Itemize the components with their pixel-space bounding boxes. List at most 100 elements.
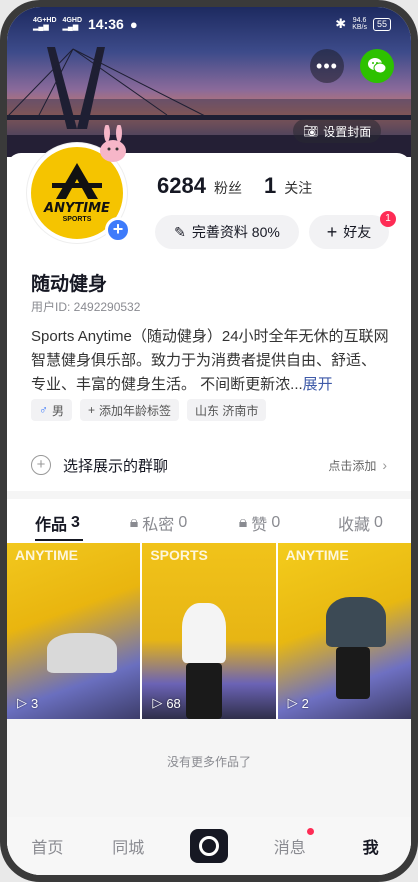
tab-private-count: 0 <box>178 514 188 531</box>
video-thumbnail[interactable]: ANYTIME ▷ 2 <box>277 543 411 719</box>
set-cover-label: 设置封面 <box>323 124 372 139</box>
video-thumbnail[interactable]: ANYTIME ▷ 3 <box>7 543 141 719</box>
group-chat-title: 选择展示的群聊 <box>63 457 169 475</box>
screen: 4G+HD ▂▄▆ 4GHD ▂▄▆ 14:36 ● ✱ 94.6 KB/s 5… <box>7 7 411 875</box>
lock-icon: 🔒︎ <box>129 514 139 531</box>
network-indicator: 4G+HD ▂▄▆ <box>33 17 57 31</box>
tab-favorites-label: 收藏 <box>338 517 371 534</box>
tab-private-label: 私密 <box>142 517 175 534</box>
play-count: ▷ 3 <box>17 695 38 711</box>
rabbit-decoration-icon <box>100 125 126 162</box>
tab-favorites-count: 0 <box>374 514 383 531</box>
set-cover-button[interactable]: 📷︎ 设置封面 <box>293 119 382 143</box>
tab-works[interactable]: 作品 3 <box>7 503 108 543</box>
create-button[interactable] <box>189 829 228 863</box>
plus-icon: + <box>326 221 338 242</box>
tab-favorites[interactable]: 收藏 0 <box>310 503 411 543</box>
friends-notification-badge: 1 <box>380 211 396 227</box>
edit-icon: ✎ <box>174 223 186 240</box>
profile-card: ANYTIME SPORTS + 6284 粉丝 1 关注 ✎ 完善资料 80%… <box>7 125 411 875</box>
phone-frame: 4G+HD ▂▄▆ 4GHD ▂▄▆ 14:36 ● ✱ 94.6 KB/s 5… <box>0 0 418 882</box>
play-count: ▷ 2 <box>288 695 309 711</box>
tab-likes-label: 赞 <box>251 517 268 534</box>
wechat-icon <box>368 58 387 74</box>
gender-tag[interactable]: ♂ 男 <box>31 399 73 421</box>
play-icon: ▷ <box>152 695 163 710</box>
anytime-logo-icon <box>52 163 102 199</box>
nav-create[interactable] <box>169 829 250 863</box>
group-chat-add-label: 点击添加 <box>328 458 377 473</box>
play-icon: ▷ <box>17 695 27 710</box>
wechat-share-button[interactable] <box>360 49 394 83</box>
athlete-figure <box>325 597 386 647</box>
tab-works-label: 作品 <box>35 517 68 534</box>
athlete-figure <box>47 633 117 673</box>
avatar-area: ANYTIME SPORTS + <box>27 125 137 243</box>
more-options-button[interactable]: ••• <box>310 49 344 83</box>
following-label[interactable]: 关注 <box>284 178 312 198</box>
play-count-value: 68 <box>166 695 181 711</box>
add-age-label: 添加年龄标签 <box>99 403 172 418</box>
add-age-tag[interactable]: + 添加年龄标签 <box>80 399 180 421</box>
complete-profile-button[interactable]: ✎ 完善资料 80% <box>155 215 299 249</box>
thumbnail-overlay-text: ANYTIME <box>15 547 78 563</box>
chevron-right-icon: › <box>382 457 387 473</box>
no-more-works: 没有更多作品了 <box>7 719 411 823</box>
play-icon: ▷ <box>287 695 298 710</box>
video-thumbnail[interactable]: SPORTS ▷ 68 <box>142 543 276 719</box>
nav-home[interactable]: 首页 <box>7 834 88 858</box>
video-grid: ANYTIME ▷ 3 SPORTS ▷ 68 ANYTIME ▷ 2 <box>7 543 411 719</box>
profile-tabs: 作品 3 🔒︎ 私密 0 🔒︎ 赞 0 收藏 0 <box>7 503 411 543</box>
play-count-value: 2 <box>301 695 309 711</box>
message-notification-icon: ● <box>129 16 138 32</box>
battery-indicator: 55 <box>372 17 391 31</box>
avatar-logo-text: ANYTIME <box>44 201 110 216</box>
tab-likes[interactable]: 🔒︎ 赞 0 <box>209 503 310 543</box>
nav-messages-label: 消息 <box>273 840 306 857</box>
profile-bio: Sports Anytime（随动健身）24小时全年无休的互联网智慧健身俱乐部。… <box>31 325 389 397</box>
avatar-logo-sub: SPORTS <box>62 216 92 223</box>
bluetooth-icon: ✱ <box>335 16 347 31</box>
profile-tags: ♂ 男 + 添加年龄标签 山东 济南市 <box>31 399 267 421</box>
shutter-icon <box>198 836 219 856</box>
play-count-value: 3 <box>31 695 39 711</box>
bio-text: Sports Anytime（随动健身）24小时全年无休的互联网智慧健身俱乐部。… <box>31 328 389 393</box>
add-avatar-button[interactable]: + <box>105 217 131 243</box>
add-friend-button[interactable]: + 好友 <box>309 215 389 249</box>
tab-likes-count: 0 <box>271 514 281 531</box>
fans-count[interactable]: 6284 <box>157 173 206 199</box>
nav-me[interactable]: 我 <box>330 834 411 858</box>
athlete-legs <box>335 647 370 699</box>
profile-name: 随动健身 <box>31 274 108 295</box>
gender-label: 男 <box>52 403 65 418</box>
more-dots-icon: ••• <box>316 55 338 76</box>
location-tag[interactable]: 山东 济南市 <box>187 399 267 421</box>
thumbnail-overlay-text: ANYTIME <box>285 547 349 563</box>
fans-label[interactable]: 粉丝 <box>214 178 242 198</box>
nav-local[interactable]: 同城 <box>88 834 169 858</box>
lock-icon: 🔒︎ <box>238 514 248 531</box>
messages-notification-dot <box>307 828 315 835</box>
athlete-figure <box>182 603 227 663</box>
location-label: 山东 济南市 <box>195 403 259 418</box>
section-divider <box>7 491 411 499</box>
network-indicator-2: 4GHD ▂▄▆ <box>62 17 82 31</box>
bio-expand-link[interactable]: 展开 <box>303 376 333 393</box>
group-chat-row[interactable]: + 选择展示的群聊 点击添加 › <box>31 449 387 481</box>
tab-private[interactable]: 🔒︎ 私密 0 <box>108 503 209 543</box>
play-count: ▷ 68 <box>152 695 180 711</box>
clock: 14:36 <box>88 16 124 32</box>
bottom-navigation: 首页 同城 消息 我 <box>7 817 411 875</box>
tab-works-count: 3 <box>71 514 80 531</box>
add-circle-icon: + <box>31 455 51 475</box>
user-id[interactable]: 用户ID: 2492290532 <box>31 298 140 315</box>
camera-icon: 📷︎ <box>303 124 319 138</box>
follow-stats: 6284 粉丝 1 关注 <box>157 173 326 199</box>
nav-messages[interactable]: 消息 <box>249 828 330 858</box>
friends-label: 好友 <box>343 224 372 240</box>
athlete-legs <box>186 663 223 719</box>
network-speed: 94.6 KB/s <box>352 17 367 31</box>
status-bar: 4G+HD ▂▄▆ 4GHD ▂▄▆ 14:36 ● ✱ 94.6 KB/s 5… <box>7 7 411 43</box>
following-count[interactable]: 1 <box>264 173 276 199</box>
thumbnail-overlay-text: SPORTS <box>150 547 208 563</box>
